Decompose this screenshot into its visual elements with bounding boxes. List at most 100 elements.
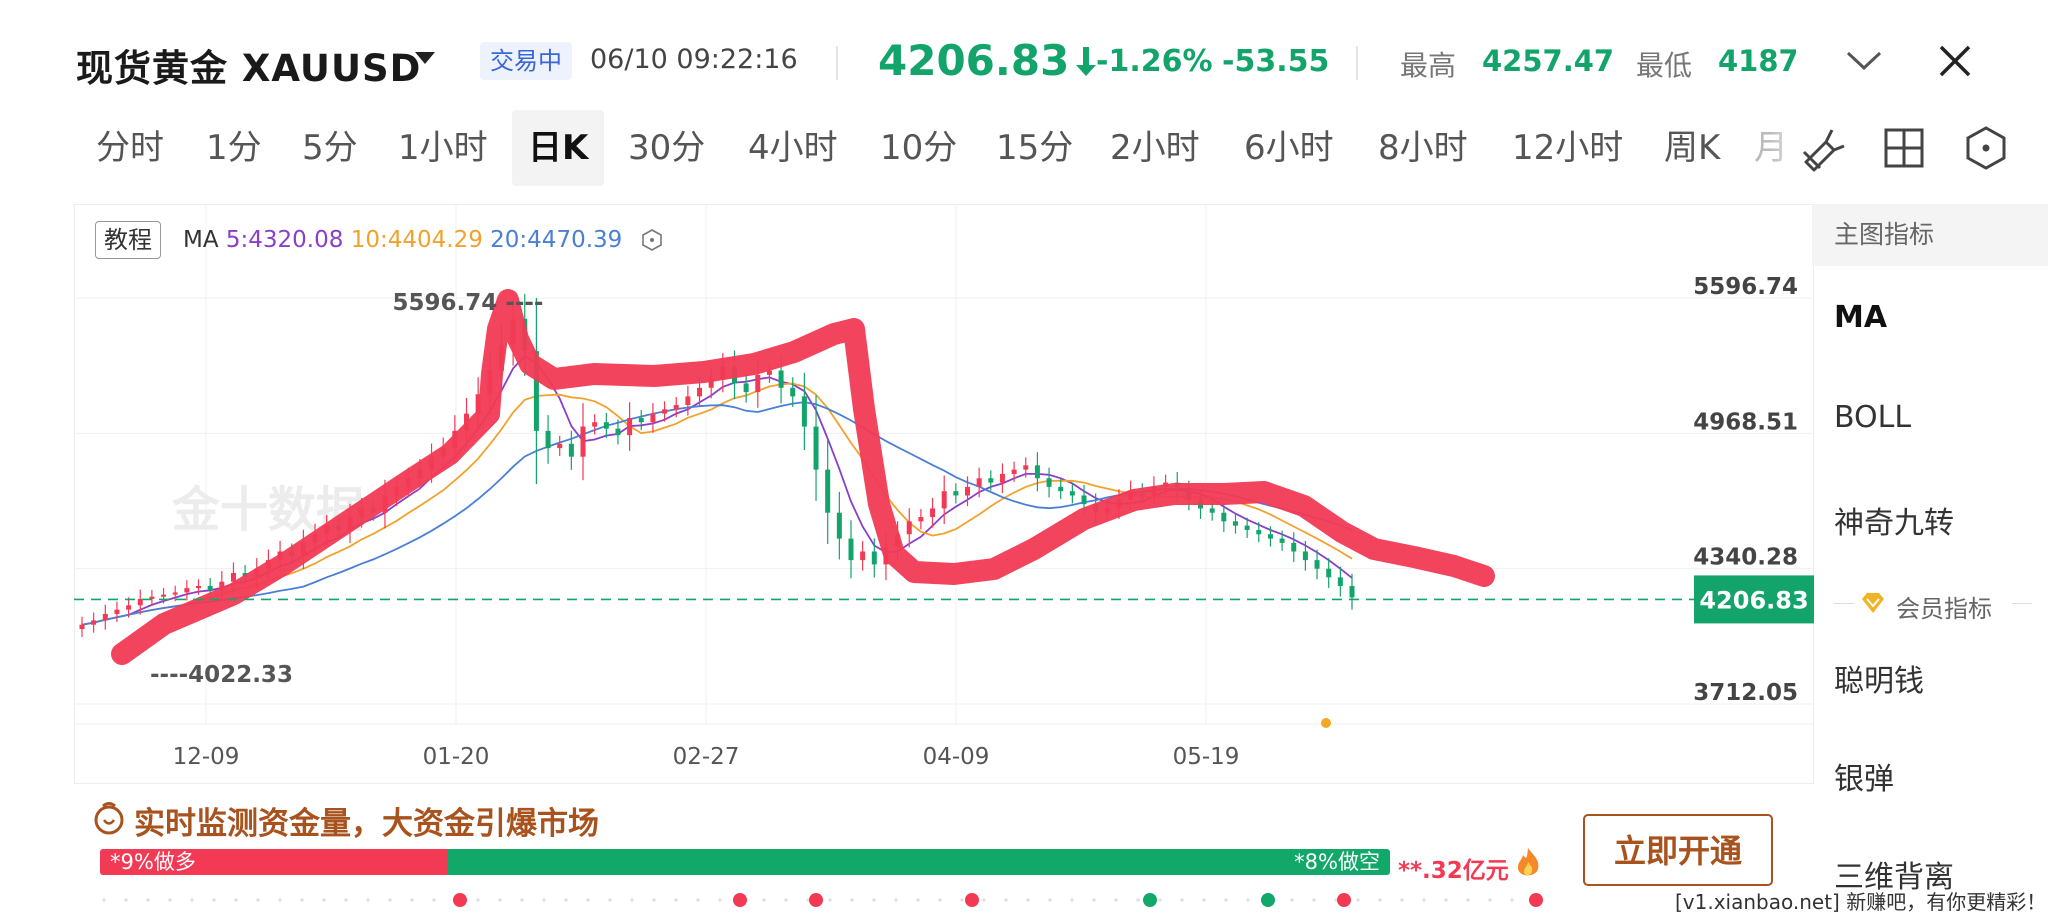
dot [1224,898,1228,902]
ma-settings-icon[interactable] [640,228,664,252]
y-tick-label: 4968.51 [1693,409,1798,435]
close-icon[interactable] [1936,42,1974,80]
tab-daily[interactable]: 日K [512,110,605,186]
settings-hexagon-icon[interactable] [1960,122,2012,174]
dot [322,898,326,902]
low-value: 4187.20 [1718,44,1796,78]
x-tick-label: 01-20 [423,744,490,770]
candle-body [1046,478,1052,487]
subscribe-button[interactable]: 立即开通 [1583,814,1773,886]
dot [1378,898,1382,902]
tab-4hour[interactable]: 4小时 [732,110,854,186]
y-tick-label: 3712.05 [1693,680,1798,706]
tab-8hour[interactable]: 8小时 [1362,110,1484,186]
dot [1312,898,1316,902]
dot [894,898,898,902]
dot [784,898,788,902]
candle-body [557,443,563,449]
dot [432,898,436,902]
tutorial-badge[interactable]: 教程 [95,221,161,259]
tab-10min[interactable]: 10分 [864,110,973,186]
dot [1290,898,1294,902]
candle-body [813,426,819,470]
sidebar-item-ma[interactable]: MA [1834,300,1887,335]
low-label: 最低 [1636,49,1693,82]
high-label: 最高 [1400,49,1457,82]
candle-body [1279,538,1285,543]
member-indicator-label: 会员指标 [1896,595,1992,623]
dot [960,898,964,902]
dot [564,898,568,902]
tab-15min[interactable]: 15分 [980,110,1089,186]
ma10-value: 10:4404.29 [350,227,483,253]
last-price: 4206.83 [878,36,1099,85]
candle-body [1221,512,1227,522]
instrument-title[interactable]: 现货黄金 XAUUSD [76,38,421,92]
candle-body [836,512,842,539]
sidebar-item-silver-bullet[interactable]: 银弹 [1834,754,1894,798]
candle-body [1011,469,1017,474]
tab-5min[interactable]: 5分 [286,110,374,186]
tab-1min[interactable]: 1分 [190,110,278,186]
tab-weekly[interactable]: 周K [1648,110,1736,186]
dot [1136,898,1140,902]
sidebar-item-boll[interactable]: BOLL [1834,400,1911,435]
tab-12hour[interactable]: 12小时 [1496,110,1639,186]
dot [520,898,524,902]
sidebar-item-smart-money[interactable]: 聪明钱 [1834,656,1924,700]
signal-dot [1337,893,1351,907]
sidebar-item-td9[interactable]: 神奇九转 [1834,498,1954,542]
x-tick-label: 05-19 [1173,744,1240,770]
candle-body [1034,465,1040,479]
dot [542,898,546,902]
candle-body [1302,551,1308,561]
candle-body [1232,521,1238,526]
candle-body [1256,529,1262,535]
candle-body [778,370,784,388]
tab-1hour[interactable]: 1小时 [382,110,504,186]
candlestick-chart[interactable]: 金十数据 5596.744968.514340.283712.0512-09 01… [74,204,1814,784]
candle-body [196,585,202,589]
signal-dot-row [102,893,1543,907]
dot [1444,898,1448,902]
candle-body [871,551,877,565]
low-marker-label: ----4022.33 [150,662,293,688]
dot [1422,898,1426,902]
candle-body [1291,542,1297,552]
indicator-sidebar: 主图指标 MA BOLL 神奇九转 会员指标 聪明钱 银弹 三维背离 [1812,204,2048,922]
tab-6hour[interactable]: 6小时 [1228,110,1350,186]
chevron-down-icon[interactable] [415,52,435,64]
short-bar: *8%做空 [448,849,1390,875]
candle-body [638,417,644,423]
dot [1180,898,1184,902]
dot [1202,898,1206,902]
tab-2hour[interactable]: 2小时 [1094,110,1216,186]
dot [256,898,260,902]
y-tick-label: 5596.74 [1693,274,1798,300]
tab-30min[interactable]: 30分 [612,110,721,186]
dot [1488,898,1492,902]
candle-body [568,443,574,457]
divider [1356,46,1358,80]
candle-body [627,417,633,436]
quote-datetime: 06/10 09:22:16 [590,44,798,75]
candle-body [79,624,85,630]
candle-body [790,387,796,397]
candle-body [860,551,866,561]
candle-body [172,592,178,595]
dot [674,898,678,902]
dot [124,898,128,902]
tab-fenshi[interactable]: 分时 [80,110,180,186]
money-bag-icon [94,802,124,835]
dot [476,898,480,902]
fund-amount: **.32亿元 [1398,858,1509,884]
grid-layout-icon[interactable] [1878,122,1930,174]
candle-body [1314,560,1320,569]
draw-tool-icon[interactable] [1796,122,1848,174]
dot [586,898,590,902]
expand-chevron-icon[interactable] [1844,48,1884,74]
current-price-label: 4206.83 [1699,586,1808,614]
signal-dot [965,893,979,907]
short-label: *8%做空 [1294,850,1380,874]
high-marker-label: 5596.74 ---- [393,290,544,316]
